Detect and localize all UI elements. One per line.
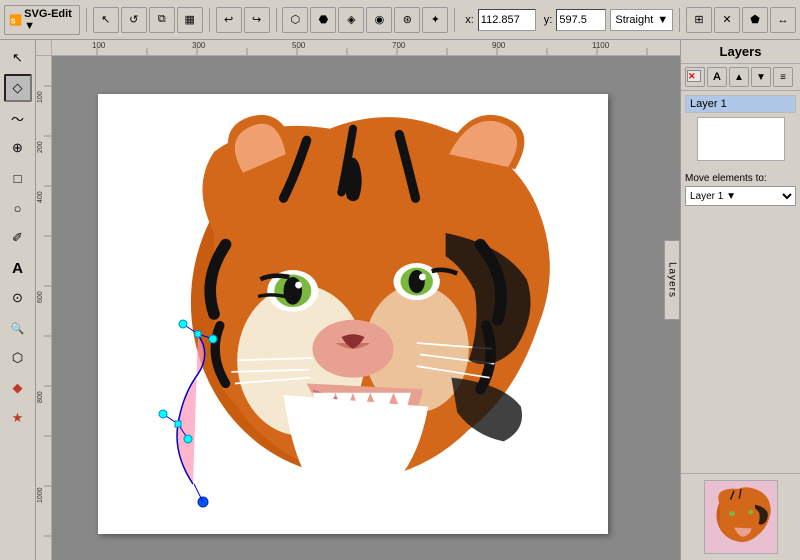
to-path-btn[interactable]: ⬟ <box>742 7 768 33</box>
thumbnail-svg <box>706 482 776 552</box>
x-input[interactable] <box>478 9 536 31</box>
redo-btn[interactable]: ↪ <box>244 7 270 33</box>
rotate-btn[interactable]: ↺ <box>121 7 147 33</box>
svg-text:100: 100 <box>37 91 44 103</box>
layer-item[interactable]: Layer 1 <box>685 95 796 113</box>
node-delete-btn[interactable]: ⬣ <box>310 7 336 33</box>
pointer-tool[interactable]: ↖ <box>4 44 32 72</box>
svg-text:900: 900 <box>492 41 506 50</box>
move-elements-section: Move elements to: Layer 1 ▼ <box>681 169 800 210</box>
grid-btn[interactable]: ▦ <box>177 7 203 33</box>
svg-text:S: S <box>11 16 16 25</box>
ruler-top: 100 300 500 700 900 1100 <box>52 40 680 56</box>
move-elements-label: Move elements to: <box>685 173 796 184</box>
node-symmetric-btn[interactable]: ⊛ <box>394 7 420 33</box>
node-auto-btn[interactable]: ✦ <box>422 7 448 33</box>
layer-add-btn[interactable]: ▲ <box>729 67 749 87</box>
node-add-btn[interactable]: ⬡ <box>282 7 308 33</box>
svg-text:600: 600 <box>37 291 44 303</box>
segment-type-arrow: ▼ <box>657 14 668 26</box>
layer-preview <box>697 117 785 161</box>
svg-text:200: 200 <box>37 141 44 153</box>
text-tool[interactable]: A <box>4 254 32 282</box>
sep5 <box>679 8 680 32</box>
path-ops-section: ⊞ ✕ ⬟ ↔ <box>686 7 796 33</box>
sep3 <box>276 8 277 32</box>
y-label: y: <box>544 14 553 26</box>
zoom-tool[interactable]: ⊕ <box>4 134 32 162</box>
svg-text:800: 800 <box>37 391 44 403</box>
svg-text:1100: 1100 <box>592 41 610 50</box>
undo-btn[interactable]: ↩ <box>216 7 242 33</box>
undo-redo-section: ↩ ↪ <box>216 7 270 33</box>
layers-panel-title: Layers <box>681 40 800 64</box>
y-input[interactable] <box>556 9 606 31</box>
join-btn[interactable]: ✕ <box>714 7 740 33</box>
gradient-tool[interactable]: ⬡ <box>4 344 32 372</box>
svg-text:300: 300 <box>192 41 206 50</box>
rect-tool[interactable]: □ <box>4 164 32 192</box>
move-elements-select[interactable]: Layer 1 ▼ <box>685 186 796 206</box>
layer-list: Layer 1 <box>681 91 800 169</box>
panel-spacer <box>681 210 800 473</box>
ruler-left: 100 200 400 600 800 1000 <box>36 56 52 560</box>
node-tools-section: ↖ ↺ ⧉ ▦ <box>93 7 203 33</box>
reverse-btn[interactable]: ↔ <box>770 7 796 33</box>
canvas-white <box>98 94 608 534</box>
canvas-area: 100 300 500 700 900 1100 <box>36 40 680 560</box>
canvas-thumbnail <box>704 480 778 554</box>
ruler-top-svg: 100 300 500 700 900 1100 <box>52 40 680 56</box>
x-label: x: <box>465 14 474 26</box>
select-mode-btn[interactable]: ↖ <box>93 7 119 33</box>
segment-type-dropdown[interactable]: Straight ▼ <box>610 9 673 31</box>
layer-menu-btn[interactable]: ≡ <box>773 67 793 87</box>
magnify-tool[interactable]: 🔍 <box>4 314 32 342</box>
svg-text:500: 500 <box>292 41 306 50</box>
ruler-corner <box>36 40 52 56</box>
left-toolbar: ↖ ◇ 〜 ⊕ □ ○ ✐ A ⊙ 🔍 ⬡ ◆ ★ <box>0 40 36 560</box>
layer-move-down-btn[interactable]: ▼ <box>751 67 771 87</box>
layers-tab-label: Layers <box>667 262 678 298</box>
layers-side-tab[interactable]: Layers <box>664 240 680 320</box>
sep1 <box>86 8 87 32</box>
svg-text:400: 400 <box>37 191 44 203</box>
svg-edit-icon: S <box>9 12 22 28</box>
svg-text:700: 700 <box>392 41 406 50</box>
tweak-tool[interactable]: 〜 <box>4 104 32 132</box>
star-tool[interactable]: ★ <box>4 404 32 432</box>
app-title: SVG-Edit ▼ <box>24 8 75 32</box>
visibility-eye-btn[interactable]: ✕ <box>685 67 705 87</box>
main-area: ↖ ◇ 〜 ⊕ □ ○ ✐ A ⊙ 🔍 ⬡ ◆ ★ <box>0 40 800 560</box>
clone-btn[interactable]: ⧉ <box>149 7 175 33</box>
layer-label-btn[interactable]: A <box>707 67 727 87</box>
node-smooth-btn[interactable]: ◉ <box>366 7 392 33</box>
sep4 <box>454 8 455 32</box>
node-cusp-btn[interactable]: ◈ <box>338 7 364 33</box>
svg-text:1000: 1000 <box>37 487 44 503</box>
spray-tool[interactable]: ⊙ <box>4 284 32 312</box>
layers-toolbar: ✕ A ▲ ▼ ≡ <box>681 64 800 91</box>
node-edit-tool[interactable]: ◇ <box>4 74 32 102</box>
segment-type-label: Straight <box>615 14 653 26</box>
app-logo[interactable]: S SVG-Edit ▼ <box>4 5 80 35</box>
top-toolbar: S SVG-Edit ▼ ↖ ↺ ⧉ ▦ ↩ ↪ ⬡ ⬣ ◈ ◉ ⊛ ✦ x: … <box>0 0 800 40</box>
tiger-svg[interactable] <box>98 94 608 534</box>
thumbnail-section <box>681 473 800 560</box>
layer-item-name: Layer 1 <box>690 98 727 110</box>
svg-text:100: 100 <box>92 41 106 50</box>
node-ops-section: ⬡ ⬣ ◈ ◉ ⊛ ✦ <box>282 7 448 33</box>
sep2 <box>209 8 210 32</box>
layers-panel: Layers ✕ A ▲ ▼ ≡ Layer 1 Move elemen <box>680 40 800 560</box>
ellipse-tool[interactable]: ○ <box>4 194 32 222</box>
paint-bucket-tool[interactable]: ◆ <box>4 374 32 402</box>
break-apart-btn[interactable]: ⊞ <box>686 7 712 33</box>
pencil-tool[interactable]: ✐ <box>4 224 32 252</box>
ruler-left-svg: 100 200 400 600 800 1000 <box>36 56 52 560</box>
